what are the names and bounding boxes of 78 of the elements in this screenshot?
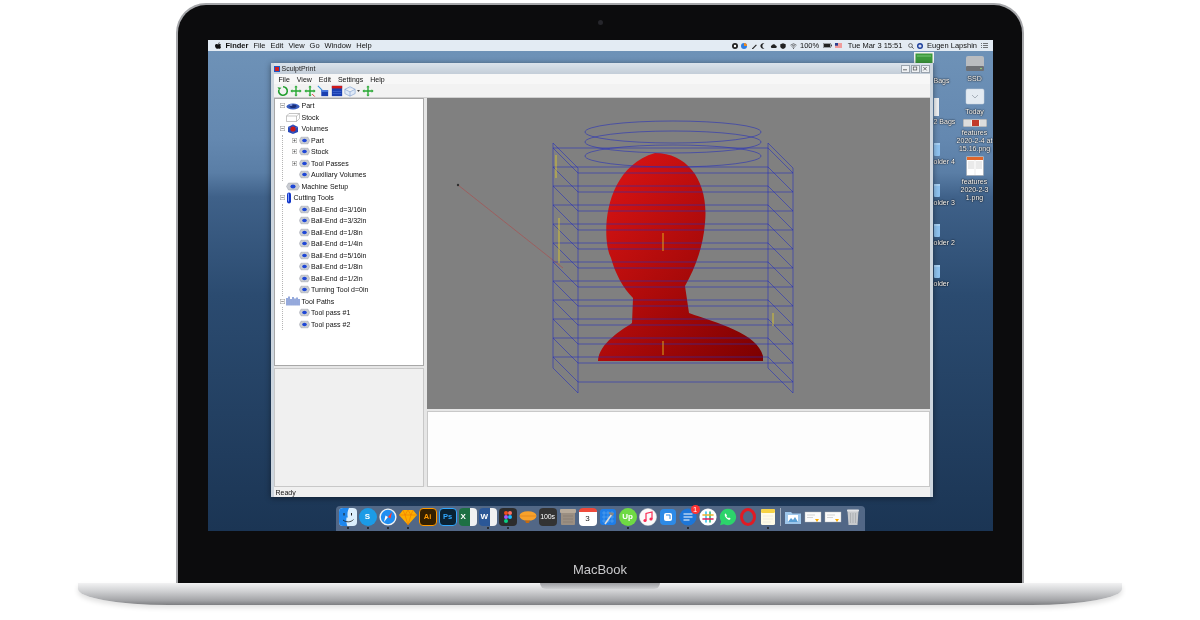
folder-icon[interactable] xyxy=(933,183,940,197)
disc-tile-icon xyxy=(298,308,310,318)
speech-bubble-icon[interactable] xyxy=(678,507,697,526)
folder-icon[interactable] xyxy=(933,224,940,237)
pen-icon[interactable] xyxy=(750,42,757,49)
disc-tile-icon xyxy=(298,239,310,249)
search-icon[interactable] xyxy=(907,42,914,49)
camera-icon xyxy=(597,20,603,25)
apple-icon[interactable] xyxy=(214,42,221,49)
minimize-button[interactable] xyxy=(900,64,910,73)
disc-tile-icon xyxy=(298,158,310,168)
app-logo-icon xyxy=(273,65,280,72)
close-button[interactable] xyxy=(920,64,930,73)
avatar-icon[interactable] xyxy=(917,42,924,49)
disc-tile-icon xyxy=(298,204,310,214)
disc-tile-icon xyxy=(298,319,310,329)
crescent-icon[interactable] xyxy=(760,42,766,49)
inbox-tray-icon[interactable] xyxy=(964,86,985,106)
cube-volume-icon xyxy=(286,123,300,134)
screenshot-thumbnail-icon[interactable] xyxy=(962,119,987,127)
square-tile-icon[interactable] xyxy=(658,507,677,526)
disc-tile-icon xyxy=(298,285,310,295)
maximize-icon xyxy=(912,65,918,72)
plus-box-icon[interactable] xyxy=(292,160,297,166)
disc-tile-icon xyxy=(286,181,300,191)
calendar-icon[interactable]: 3 xyxy=(578,507,597,526)
shapes-tile-icon[interactable] xyxy=(498,507,517,526)
image-file-icon[interactable] xyxy=(913,52,934,63)
battery-icon[interactable] xyxy=(822,43,832,48)
block-icon[interactable] xyxy=(330,84,343,97)
folder-icon[interactable] xyxy=(933,143,940,156)
disc-tile-icon xyxy=(298,250,310,260)
cylinder-icon xyxy=(286,191,292,204)
drive-icon[interactable] xyxy=(964,53,985,73)
disc-tile-icon xyxy=(298,262,310,272)
rotate-icon[interactable] xyxy=(276,84,289,97)
minus-box-icon[interactable] xyxy=(279,298,285,304)
minus-box-icon[interactable] xyxy=(279,103,285,109)
archive-box-icon[interactable] xyxy=(558,507,577,526)
document-icon[interactable] xyxy=(933,97,939,116)
folder-icon[interactable] xyxy=(933,264,940,278)
close-icon xyxy=(922,65,928,72)
list-icon[interactable] xyxy=(980,43,988,48)
disc-tile-icon xyxy=(298,273,310,283)
minus-box-icon[interactable] xyxy=(279,126,285,132)
hash-icon[interactable] xyxy=(698,507,717,526)
tool-block-icon[interactable] xyxy=(317,84,329,97)
shield-icon[interactable] xyxy=(780,42,786,49)
document-letter-icon[interactable]: X xyxy=(458,507,477,526)
disc-tile-icon xyxy=(298,135,310,145)
minus-box-icon[interactable] xyxy=(279,195,285,201)
music-note-icon[interactable] xyxy=(638,507,657,526)
circle-icon[interactable] xyxy=(731,42,738,49)
disc-tile-icon xyxy=(298,227,310,237)
tool-path-bars-icon xyxy=(286,296,300,307)
flag-icon[interactable] xyxy=(835,43,843,48)
disc-tile-icon xyxy=(298,147,310,157)
cloud-icon[interactable] xyxy=(769,42,777,49)
diamond-icon[interactable] xyxy=(398,507,417,526)
wireframe-cube-icon xyxy=(286,112,300,122)
wifi-icon[interactable] xyxy=(789,42,797,49)
plus-box-icon[interactable] xyxy=(292,149,297,155)
disc-icon[interactable] xyxy=(741,42,747,49)
face-tile-icon[interactable] xyxy=(338,507,357,526)
move-arrows-icon[interactable] xyxy=(290,84,302,97)
phone-bubble-icon[interactable] xyxy=(718,507,737,526)
hammer-tile-icon[interactable] xyxy=(598,507,617,526)
disc-tile-icon xyxy=(298,216,310,226)
notepad-icon[interactable] xyxy=(758,507,777,526)
caret-icon[interactable] xyxy=(356,89,360,92)
screenshot-thumbnail-icon[interactable] xyxy=(965,156,984,176)
part-shape-icon xyxy=(286,101,300,110)
document-letter-icon[interactable]: W xyxy=(478,507,497,526)
compass-icon[interactable] xyxy=(378,507,397,526)
disc-tile-icon xyxy=(298,170,310,180)
plus-box-icon[interactable] xyxy=(292,137,297,143)
maximize-button[interactable] xyxy=(910,64,920,73)
laptop-model-label: MacBook xyxy=(572,562,628,577)
